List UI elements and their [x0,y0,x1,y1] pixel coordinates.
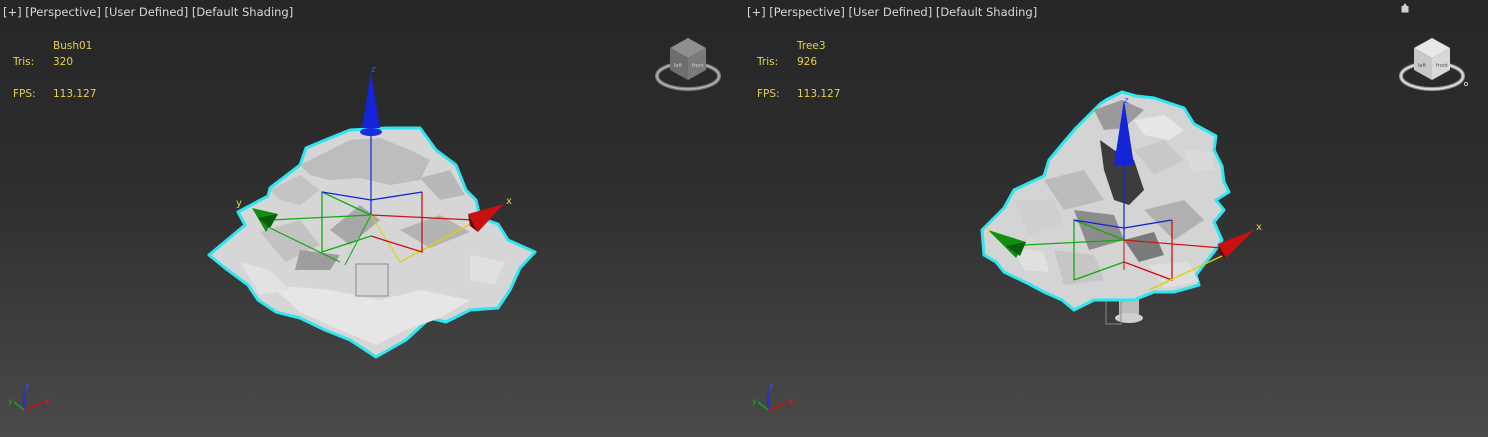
viewport-left[interactable]: [+] [Perspective] [User Defined] [Defaul… [0,0,744,437]
scene-canvas[interactable]: x y z [0,0,744,437]
x-axis-label: x [506,196,512,207]
x-axis-label: x [1256,222,1262,233]
scene-canvas[interactable]: x y z [744,0,1488,437]
axis-tripod-icon: z x y [8,382,50,411]
viewport-right[interactable]: [+] [Perspective] [User Defined] [Defaul… [744,0,1488,437]
svg-text:x: x [45,397,50,406]
tree-mesh[interactable] [980,90,1231,312]
svg-text:z: z [25,382,29,391]
y-axis-label: y [986,224,992,235]
bush-mesh[interactable] [207,126,537,359]
axis-tripod-icon: z x y [752,382,794,411]
viewcube-front-face: front [1436,63,1448,69]
viewcube-left-face: left [674,63,682,69]
svg-text:y: y [8,397,13,406]
viewcube-icon[interactable]: left front [1396,34,1468,94]
y-axis-label: y [236,198,242,209]
svg-text:y: y [752,397,757,406]
viewcube-icon[interactable]: left front [652,34,724,94]
svg-text:x: x [789,397,794,406]
z-axis-label: z [1124,96,1129,106]
viewcube-front-face: front [692,63,704,69]
z-axis-label: z [371,65,376,75]
viewport-layout: [+] [Perspective] [User Defined] [Defaul… [0,0,1488,437]
viewcube-left-face: left [1418,63,1426,69]
svg-text:z: z [769,382,773,391]
